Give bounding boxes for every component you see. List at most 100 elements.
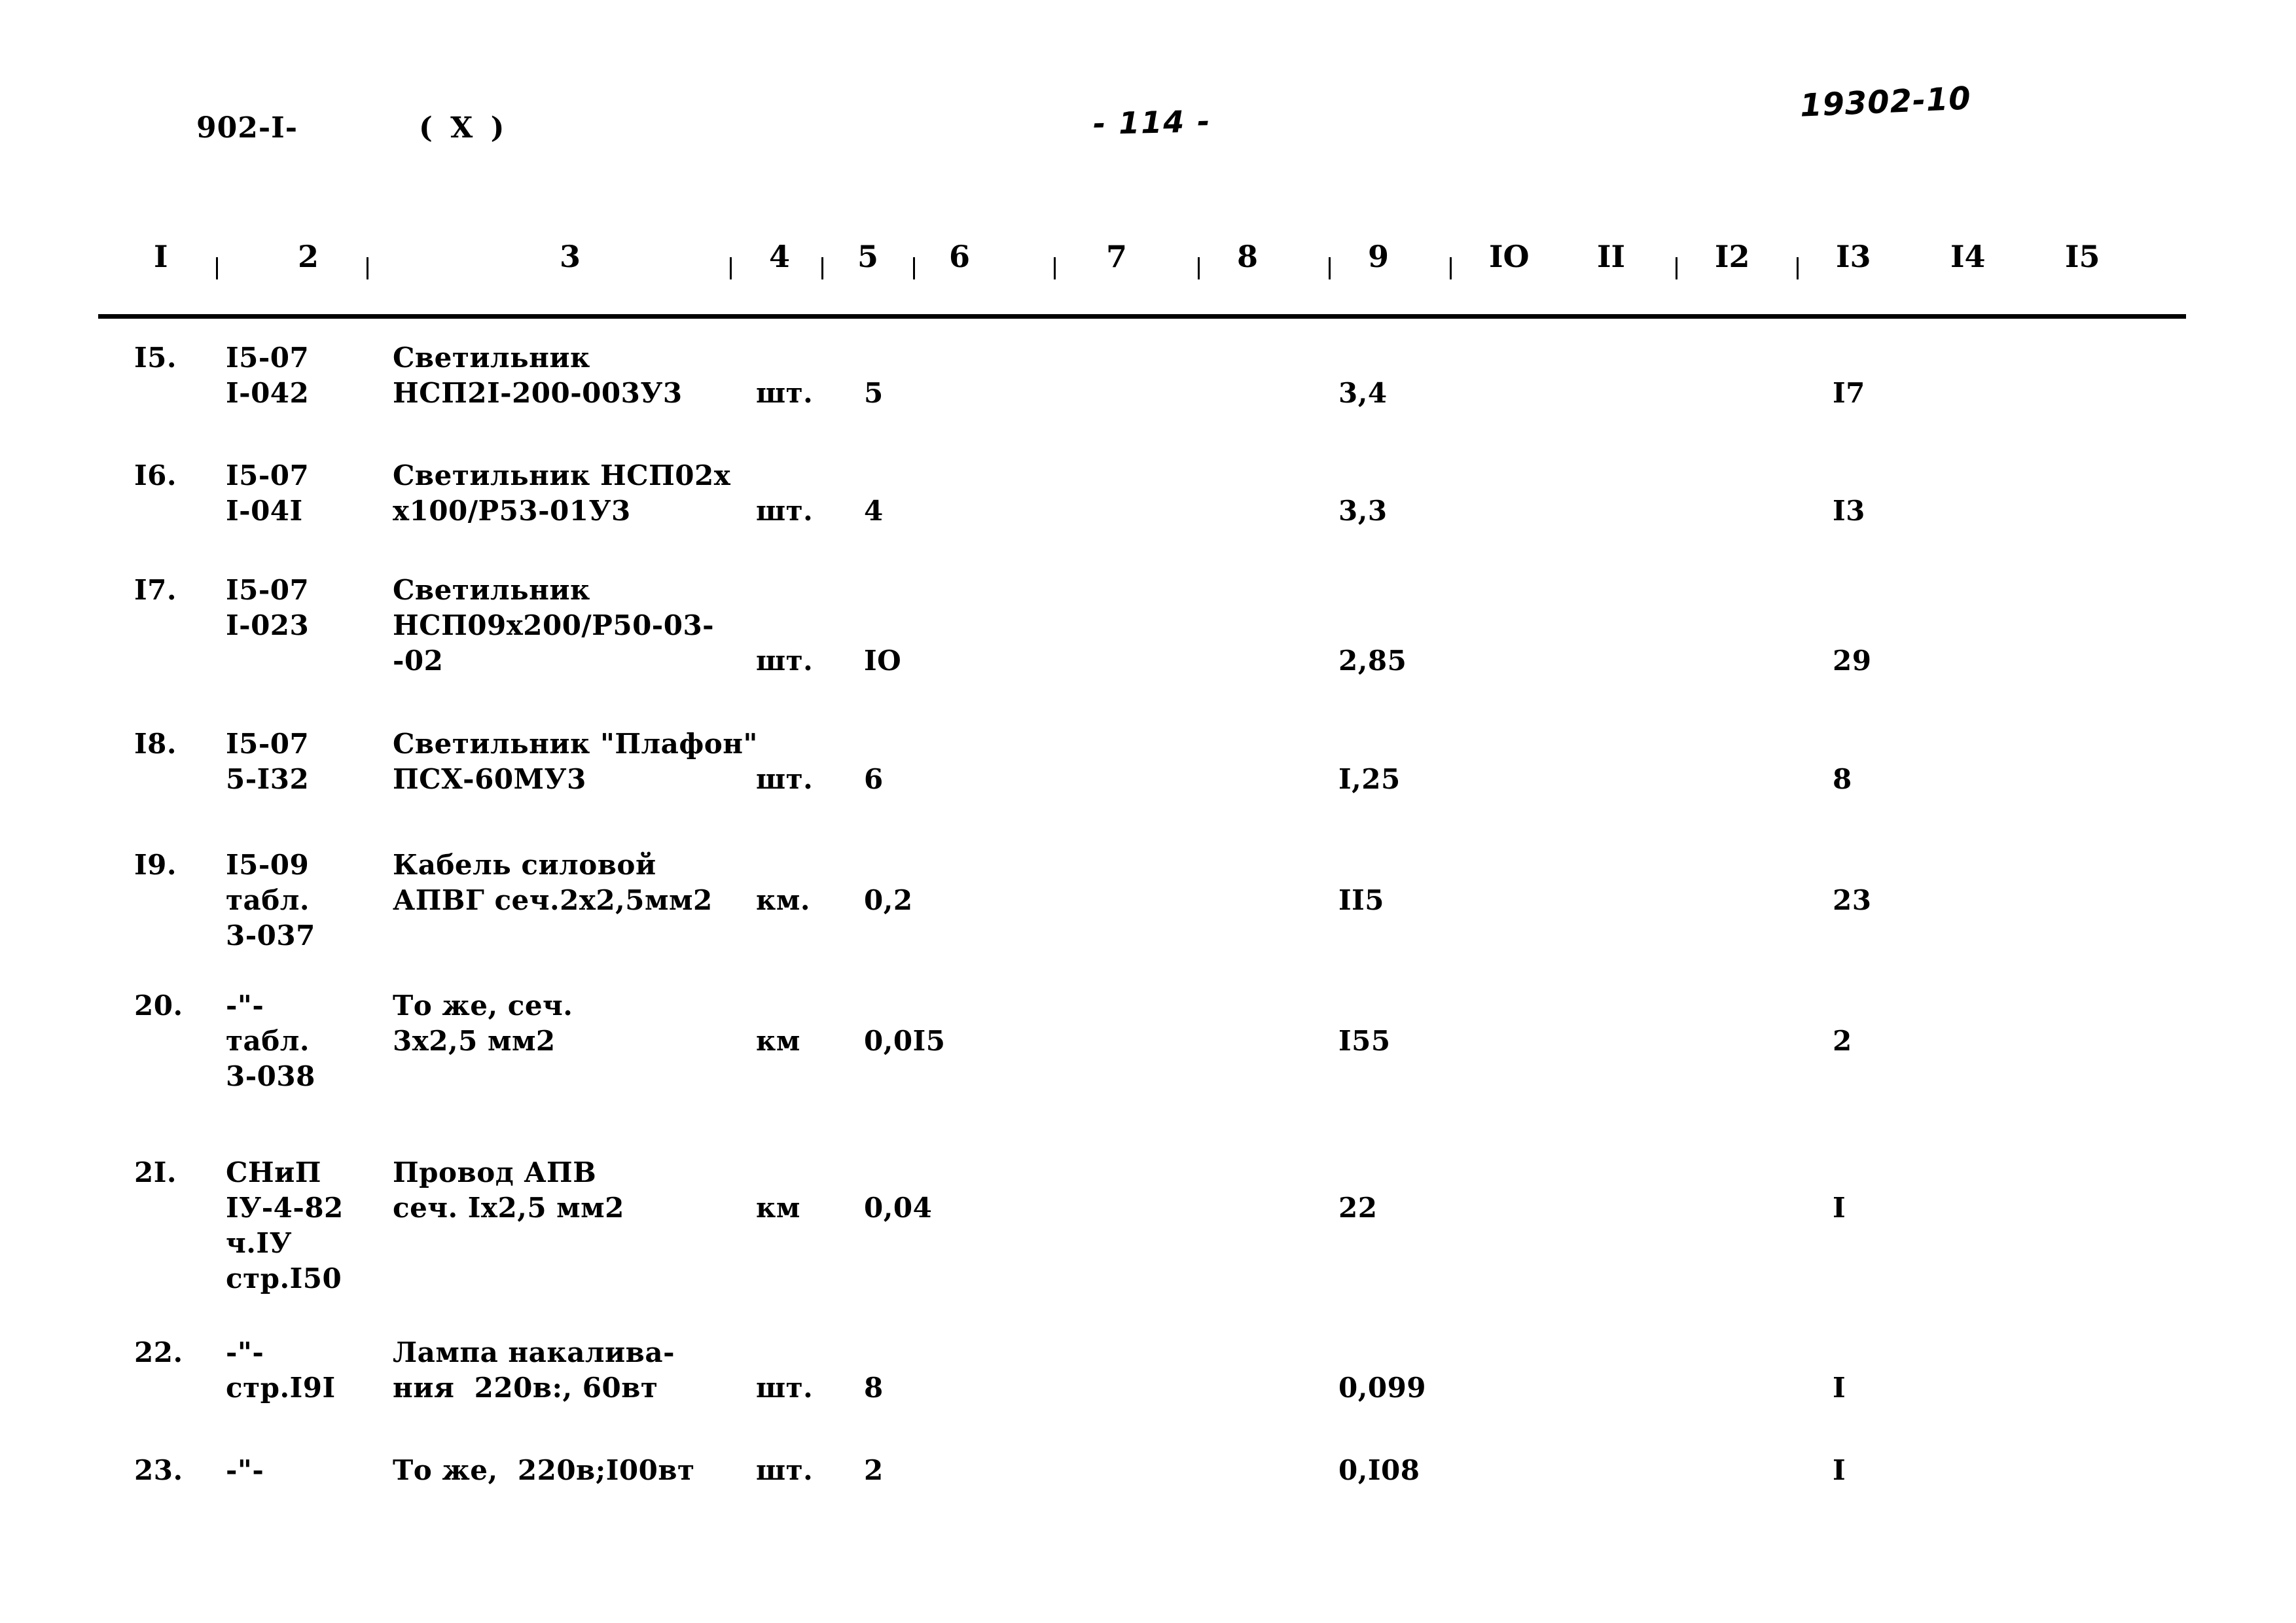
cell-quantity: 2 xyxy=(864,1454,884,1486)
column-header-14: I4 xyxy=(1950,239,1986,274)
cell-unit: шт. xyxy=(756,763,814,795)
equipment-name-line: Светильник НСП02х xyxy=(393,459,731,491)
cell-justification: -"- xyxy=(226,1453,389,1488)
justification-line: I-04I xyxy=(226,495,303,527)
cell-unit: шт. xyxy=(756,377,814,409)
cell-col13-value: 23 xyxy=(1833,884,1872,916)
column-header-10: IO xyxy=(1489,239,1530,274)
header-rule xyxy=(98,314,2186,319)
cell-col13-value: I xyxy=(1833,1454,1846,1486)
cell-equipment-name: То же, сеч. 3х2,5 мм2 xyxy=(393,988,759,1059)
cell-col13-value: 29 xyxy=(1833,645,1872,677)
column-separator-tick xyxy=(1797,257,1799,279)
equipment-name-line: -02 xyxy=(393,645,444,677)
justification-line: 5-I32 xyxy=(226,763,310,795)
column-separator-tick xyxy=(216,257,218,279)
archive-stamp-number: 19302-10 xyxy=(1799,80,1972,124)
cell-equipment-name: Светильник НСП2I-200-003У3 xyxy=(393,340,759,411)
cell-equipment-name: Светильник "Плафон" ПСХ-60МУ3 xyxy=(393,726,759,797)
cell-col13-value: I7 xyxy=(1833,377,1865,409)
cell-item-number: I9. xyxy=(134,849,177,881)
cell-col9-value: 22 xyxy=(1338,1192,1378,1224)
cell-justification: СНиП IУ-4-82 ч.IУ стр.I50 xyxy=(226,1155,389,1296)
page-number: - 114 - xyxy=(1092,103,1211,141)
column-header-1: I xyxy=(154,239,168,274)
cell-item-number: 23. xyxy=(134,1454,183,1486)
column-separator-tick xyxy=(367,257,368,279)
justification-line: табл. xyxy=(226,884,310,916)
cell-item-number: I5. xyxy=(134,342,177,374)
cell-col9-value: I,25 xyxy=(1338,763,1401,795)
justification-line: СНиП xyxy=(226,1156,321,1188)
justification-line: ч.IУ xyxy=(226,1227,293,1259)
cell-col13-value: I3 xyxy=(1833,495,1865,527)
justification-line: I5-07 xyxy=(226,342,310,374)
equipment-name-line: АПВГ сеч.2х2,5мм2 xyxy=(393,884,713,916)
cell-col13-value: 8 xyxy=(1833,763,1852,795)
equipment-name-line: То же, 220в;I00вт xyxy=(393,1454,695,1486)
column-separator-tick xyxy=(1450,257,1452,279)
justification-line: 3-037 xyxy=(226,919,315,952)
cell-item-number: 20. xyxy=(134,990,183,1022)
cell-quantity: 6 xyxy=(864,763,884,795)
document-page: 902-I- ( X ) - 114 - 19302-10 I23456789I… xyxy=(0,0,2296,1623)
document-code: 902-I- xyxy=(196,111,298,145)
cell-justification: -"- стр.I9I xyxy=(226,1335,389,1406)
page-header: 902-I- ( X ) - 114 - 19302-10 xyxy=(0,80,2296,190)
equipment-name-line: НСП2I-200-003У3 xyxy=(393,377,683,409)
cell-unit: шт. xyxy=(756,645,814,677)
cell-unit: шт. xyxy=(756,1454,814,1486)
equipment-name-line: Провод АПВ xyxy=(393,1156,597,1188)
justification-line: стр.I50 xyxy=(226,1262,342,1294)
cell-item-number: 2I. xyxy=(134,1156,177,1188)
cell-unit: шт. xyxy=(756,1372,814,1404)
cell-justification: I5-09 табл. 3-037 xyxy=(226,847,389,954)
cell-item-number: I6. xyxy=(134,459,177,491)
cell-item-number: I7. xyxy=(134,574,177,606)
justification-line: I5-07 xyxy=(226,459,310,491)
justification-line: I5-07 xyxy=(226,574,310,606)
cell-col9-value: 2,85 xyxy=(1338,645,1407,677)
justification-line: -"- xyxy=(226,1336,264,1368)
column-header-2: 2 xyxy=(298,239,319,274)
cell-quantity: 0,04 xyxy=(864,1192,933,1224)
column-separator-tick xyxy=(821,257,823,279)
cell-col13-value: I xyxy=(1833,1192,1846,1224)
cell-col9-value: 0,099 xyxy=(1338,1372,1427,1404)
column-separator-tick xyxy=(913,257,915,279)
cell-quantity: 4 xyxy=(864,495,884,527)
column-separator-tick xyxy=(1329,257,1331,279)
cell-quantity: 0,0I5 xyxy=(864,1025,946,1057)
justification-line: -"- xyxy=(226,990,264,1022)
column-separator-tick xyxy=(1054,257,1056,279)
cell-col9-value: I55 xyxy=(1338,1025,1391,1057)
cell-col13-value: I xyxy=(1833,1372,1846,1404)
column-header-13: I3 xyxy=(1836,239,1871,274)
cell-col9-value: 3,3 xyxy=(1338,495,1388,527)
cell-equipment-name: Провод АПВ сеч. Iх2,5 мм2 xyxy=(393,1155,759,1226)
column-header-6: 6 xyxy=(949,239,971,274)
cell-justification: I5-07 I-023 xyxy=(226,573,389,643)
justification-line: табл. xyxy=(226,1025,310,1057)
justification-line: I5-07 xyxy=(226,728,310,760)
column-header-5: 5 xyxy=(857,239,879,274)
cell-unit: км xyxy=(756,1192,800,1224)
cell-unit: шт. xyxy=(756,495,814,527)
column-header-3: 3 xyxy=(560,239,581,274)
cell-justification: -"- табл. 3-038 xyxy=(226,988,389,1094)
column-header-11: II xyxy=(1597,239,1626,274)
justification-line: 3-038 xyxy=(226,1060,315,1092)
cell-equipment-name: Лампа накалива-ния 220в:, 60вт xyxy=(393,1335,759,1406)
cell-quantity: IO xyxy=(864,645,902,677)
column-header-15: I5 xyxy=(2065,239,2100,274)
cell-equipment-name: Кабель силовой АПВГ сеч.2х2,5мм2 xyxy=(393,847,759,918)
cell-quantity: 0,2 xyxy=(864,884,913,916)
cell-item-number: I8. xyxy=(134,728,177,760)
cell-justification: I5-07 I-042 xyxy=(226,340,389,411)
cell-unit: км xyxy=(756,1025,800,1057)
justification-line: стр.I9I xyxy=(226,1372,336,1404)
table-column-headers: I 2 3 4 5 6 7 8 9 IO II I2 I3 I4 I5 xyxy=(0,239,2296,291)
equipment-name-line: 3х2,5 мм2 xyxy=(393,1025,556,1057)
equipment-name-line: ПСХ-60МУ3 xyxy=(393,763,586,795)
justification-line: IУ-4-82 xyxy=(226,1192,344,1224)
